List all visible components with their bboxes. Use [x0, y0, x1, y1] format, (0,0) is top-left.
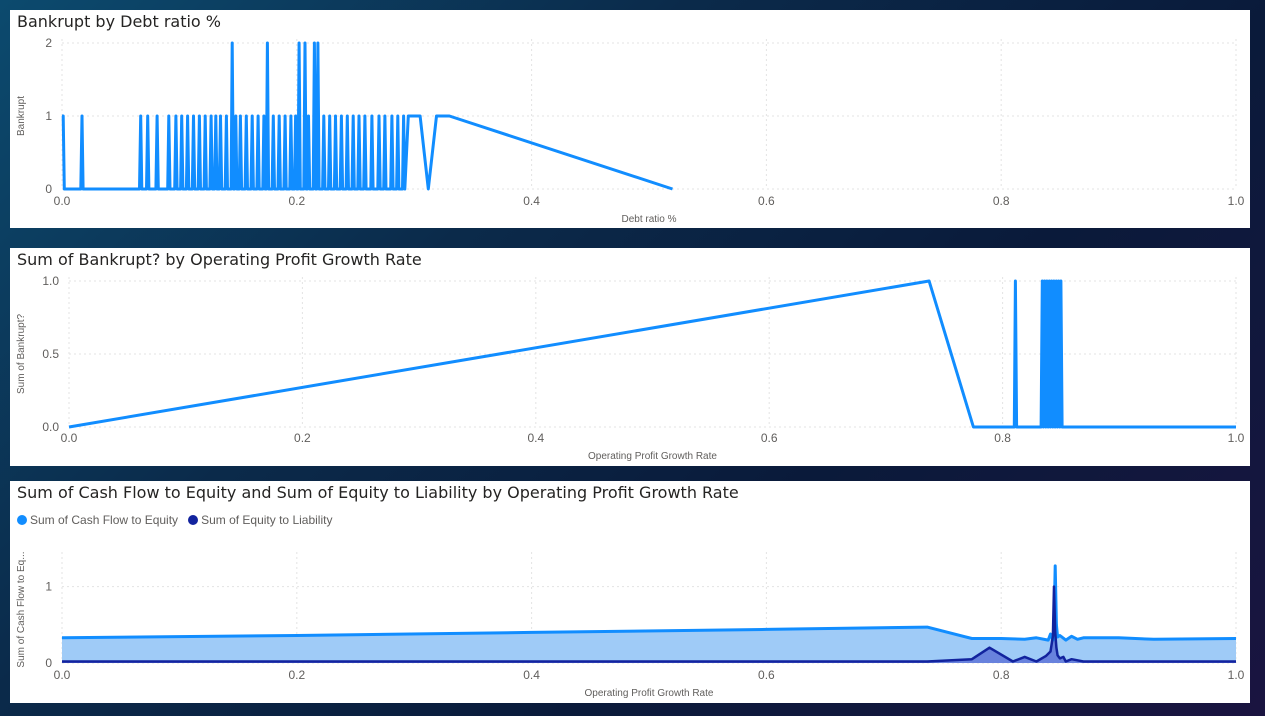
x-tick-label: 0.0	[54, 668, 71, 682]
x-tick-label: 1.0	[1228, 194, 1245, 208]
y-axis-label: Sum of Bankrupt?	[16, 314, 27, 394]
y-tick-label: 1	[45, 109, 52, 123]
y-tick-label: 0	[45, 182, 52, 196]
x-tick-label: 0.2	[294, 431, 311, 445]
y-tick-label: 0.0	[42, 420, 59, 434]
x-tick-label: 0.6	[761, 431, 778, 445]
y-tick-label: 0.5	[42, 347, 59, 361]
x-tick-label: 0.0	[61, 431, 78, 445]
x-tick-label: 0.4	[523, 194, 540, 208]
y-axis-label: Sum of Cash Flow to Eq...	[16, 551, 27, 667]
y-tick-label: 2	[45, 36, 52, 50]
x-axis-label: Operating Profit Growth Rate	[588, 451, 717, 462]
x-tick-label: 0.0	[54, 194, 71, 208]
series-line-cash-flow	[61, 564, 1237, 642]
area-cash-flow	[62, 565, 1236, 663]
x-tick-label: 0.2	[288, 194, 305, 208]
x-tick-label: 0.6	[758, 194, 775, 208]
chart-panel-debt-ratio[interactable]: Bankrupt by Debt ratio % 0.0 0.2 0.4 0.6 0.8…	[10, 10, 1250, 228]
x-tick-label: 0.4	[527, 431, 544, 445]
y-tick-label: 1.0	[42, 274, 59, 288]
chart-bankrupt-by-growth[interactable]: 0.0 0.2 0.4 0.6 0.8 1.0 0.0 0.5 1.0 Operating Pro…	[10, 248, 1250, 466]
x-tick-label: 0.6	[758, 668, 775, 682]
x-tick-label: 1.0	[1228, 431, 1245, 445]
chart-cashflow-equity[interactable]: 0.0 0.2 0.4 0.6 0.8 1.0 0 1 Operating Profit Gro…	[10, 481, 1250, 703]
x-tick-label: 0.8	[993, 194, 1010, 208]
chart-panel-operating-profit[interactable]: Sum of Bankrupt? by Operating Profit Gro…	[10, 248, 1250, 466]
x-tick-label: 0.2	[288, 668, 305, 682]
x-axis-label: Operating Profit Growth Rate	[585, 688, 714, 699]
chart-debt-ratio[interactable]: 0.0 0.2 0.4 0.6 0.8 1.0 0 1 2 Debt ratio % Bankrup…	[10, 10, 1250, 228]
x-tick-label: 1.0	[1228, 668, 1245, 682]
y-axis-label: Bankrupt	[16, 96, 27, 136]
y-tick-label: 1	[45, 580, 52, 594]
x-tick-label: 0.8	[994, 431, 1011, 445]
y-tick-label: 0	[45, 656, 52, 670]
x-tick-label: 0.4	[523, 668, 540, 682]
x-axis-label: Debt ratio %	[621, 214, 676, 225]
x-tick-label: 0.8	[993, 668, 1010, 682]
chart-panel-cash-flow[interactable]: Sum of Cash Flow to Equity and Sum of Eq…	[10, 481, 1250, 703]
